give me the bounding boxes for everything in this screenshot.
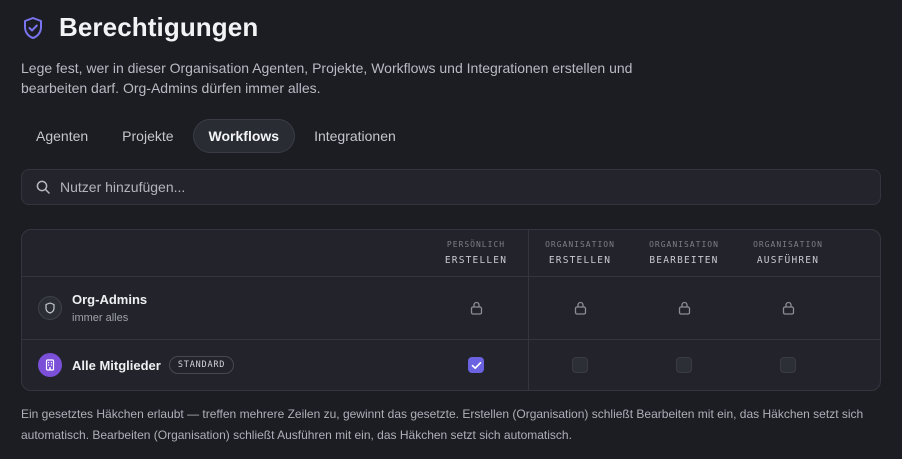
permissions-table: PERSÖNLICH ERSTELLEN ORGANISATION ERSTEL… <box>21 229 881 391</box>
avatar <box>38 353 62 377</box>
page-description: Lege fest, wer in dieser Organisation Ag… <box>21 60 633 96</box>
column-divider <box>528 230 529 390</box>
page-header: Berechtigungen <box>22 12 258 43</box>
tab-integrationen[interactable]: Integrationen <box>299 119 411 153</box>
avatar <box>38 296 62 320</box>
column-header-org-edit: ORGANISATION BEARBEITEN <box>649 240 719 266</box>
footer-note: Ein gesetztes Häkchen erlaubt — treffen … <box>21 407 864 442</box>
checkbox-org-create[interactable] <box>572 357 588 373</box>
column-header-org-run: ORGANISATION AUSFÜHREN <box>753 240 823 266</box>
search-input[interactable] <box>60 179 840 195</box>
lock-icon <box>574 301 586 315</box>
column-header-org-create: ORGANISATION ERSTELLEN <box>545 240 615 266</box>
building-icon <box>45 359 55 371</box>
row-name: Alle Mitglieder <box>72 357 161 373</box>
search-bar <box>21 169 881 205</box>
table-row-all-members: Alle Mitglieder STANDARD <box>22 340 880 390</box>
table-header: PERSÖNLICH ERSTELLEN ORGANISATION ERSTEL… <box>22 230 880 277</box>
search-icon <box>36 180 50 194</box>
shield-check-icon <box>24 16 42 39</box>
tab-projekte[interactable]: Projekte <box>107 119 188 153</box>
checkbox-org-edit[interactable] <box>676 357 692 373</box>
lock-icon <box>782 301 794 315</box>
row-name: Org-Admins <box>72 292 148 307</box>
checkmark-icon <box>471 361 481 369</box>
row-subtitle: immer alles <box>72 312 129 324</box>
lock-icon <box>470 301 482 315</box>
tab-workflows[interactable]: Workflows <box>192 119 296 153</box>
tab-agenten[interactable]: Agenten <box>21 119 103 153</box>
lock-icon <box>678 301 690 315</box>
table-row-org-admins: Org-Admins immer alles <box>22 277 880 340</box>
tab-bar: Agenten Projekte Workflows Integrationen <box>21 119 411 153</box>
shield-icon <box>45 302 55 314</box>
checkbox-personal-create[interactable] <box>468 357 484 373</box>
column-header-personal-create: PERSÖNLICH ERSTELLEN <box>444 240 508 266</box>
checkbox-org-run[interactable] <box>780 357 796 373</box>
standard-badge: STANDARD <box>168 356 235 374</box>
page-title: Berechtigungen <box>59 12 259 42</box>
